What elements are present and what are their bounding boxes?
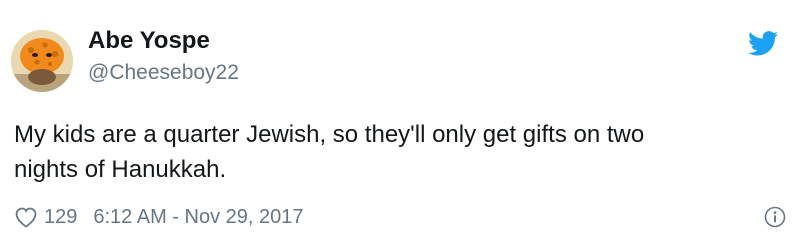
avatar-image — [11, 30, 73, 92]
avatar[interactable] — [11, 30, 73, 92]
tweet-meta: 129 6:12 AM - Nov 29, 2017 — [14, 203, 304, 231]
twitter-bird-icon[interactable] — [748, 31, 778, 56]
info-circle-icon[interactable] — [764, 206, 786, 228]
tweet-card: Abe Yospe @Cheeseboy22 My kids are a qua… — [0, 0, 800, 244]
tweet-timestamp[interactable]: 6:12 AM - Nov 29, 2017 — [93, 206, 303, 229]
like-count: 129 — [44, 205, 78, 228]
heart-outline-icon — [15, 207, 37, 228]
tweet-text: My kids are a quarter Jewish, so they'll… — [14, 121, 645, 183]
user-handle[interactable]: @Cheeseboy22 — [88, 60, 239, 86]
like-button[interactable]: 129 — [14, 206, 77, 229]
user-display-name[interactable]: Abe Yospe — [88, 26, 210, 56]
